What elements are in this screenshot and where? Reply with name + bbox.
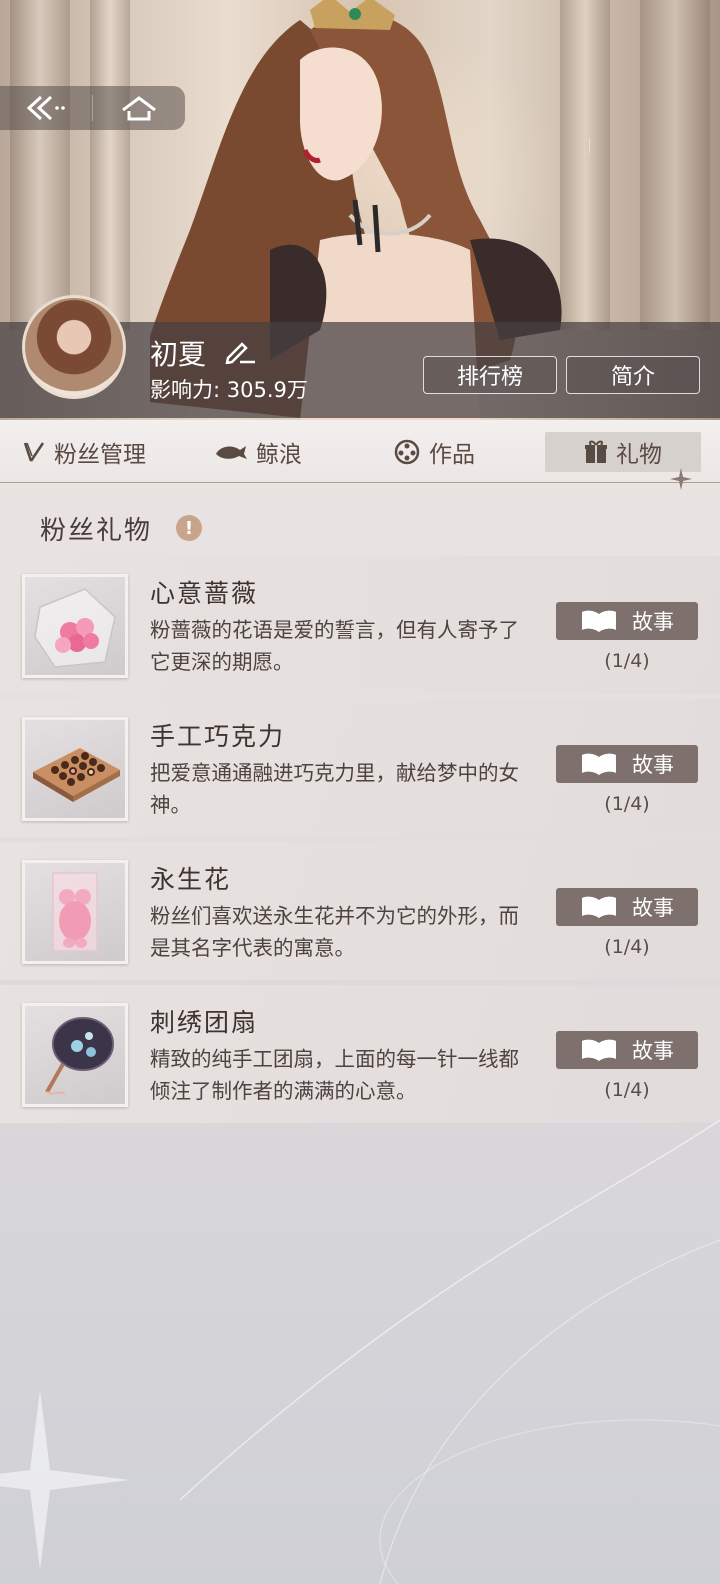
avatar[interactable] [22,295,126,399]
open-book-icon [580,1038,618,1062]
background-decoration [0,1120,720,1584]
rose-box-icon [22,574,128,678]
open-book-icon [580,752,618,776]
gift-description: 精致的纯手工团扇，上面的每一针一线都倾注了制作者的满满的心意。 [150,1047,519,1103]
ranking-button[interactable]: 排行榜 [423,356,557,394]
story-button[interactable]: 故事 [556,602,698,640]
eternal-flower-icon [22,860,128,964]
fan-management-icon [22,440,46,464]
influence-label: 影响力: [150,378,221,402]
story-progress: (1/4) [604,936,650,958]
chocolate-box-icon [22,717,128,821]
embroidered-fan-icon [22,1003,128,1107]
back-arrow-icon [26,95,65,121]
background-pillar [90,0,130,330]
sparkle-icon [670,468,692,490]
gift-description: 粉丝们喜欢送永生花并不为它的外形，而是其名字代表的寓意。 [150,904,519,960]
story-button[interactable]: 故事 [556,745,698,783]
info-icon[interactable]: ! [176,515,202,541]
tab-label: 粉丝管理 [54,442,146,468]
story-progress: (1/4) [604,793,650,815]
story-progress: (1/4) [604,1079,650,1101]
gift-icon [584,439,608,465]
gift-list: 心意蔷薇 粉蔷薇的花语是爱的誓言，但有人寄予了它更深的期愿。 故事 (1/4) [0,556,720,1128]
story-button[interactable]: 故事 [556,888,698,926]
back-button[interactable] [0,86,92,130]
tab-label: 鲸浪 [256,442,302,468]
tab-gifts[interactable]: 礼物 [545,432,701,472]
gift-name: 永生花 [150,865,232,894]
story-label: 故事 [632,610,674,634]
tab-label: 作品 [429,442,475,468]
influence-stat: 影响力: 305.9万 [150,374,308,404]
story-label: 故事 [632,896,674,920]
tab-whale-wave[interactable]: 鲸浪 [214,432,302,472]
gift-name: 心意蔷薇 [150,579,259,608]
gift-description: 把爱意通通融进巧克力里，献给梦中的女神。 [150,761,519,817]
home-icon [122,96,156,121]
section-title: 粉丝礼物 [40,516,153,546]
gift-item-embroidered-fan: 刺绣团扇 精致的纯手工团扇，上面的每一针一线都倾注了制作者的满满的心意。 故事 … [0,985,720,1123]
tab-fan-management[interactable]: 粉丝管理 [22,432,146,472]
whale-icon [214,442,248,462]
tab-label: 礼物 [616,442,662,468]
tab-bar: 粉丝管理 鲸浪 作品 礼物 [0,420,720,483]
film-reel-icon [393,438,421,466]
profile-name: 初夏 [150,338,207,371]
background-pillar [640,0,710,330]
gift-item-eternal-flower: 永生花 粉丝们喜欢送永生花并不为它的外形，而是其名字代表的寓意。 故事 (1/4… [0,842,720,980]
edit-pencil-icon[interactable] [222,338,256,364]
home-button[interactable] [93,86,185,130]
open-book-icon [580,609,618,633]
story-button[interactable]: 故事 [556,1031,698,1069]
story-label: 故事 [632,1039,674,1063]
tab-works[interactable]: 作品 [393,432,475,472]
gift-name: 刺绣团扇 [150,1008,259,1037]
story-progress: (1/4) [604,650,650,672]
intro-button[interactable]: 简介 [566,356,700,394]
gift-item-rose: 心意蔷薇 粉蔷薇的花语是爱的誓言，但有人寄予了它更深的期愿。 故事 (1/4) [0,556,720,694]
top-nav-pill [0,86,185,130]
influence-value: 305.9万 [226,378,308,402]
story-label: 故事 [632,753,674,777]
gift-name: 手工巧克力 [150,722,286,751]
gift-item-chocolate: 手工巧克力 把爱意通通融进巧克力里，献给梦中的女神。 故事 (1/4) [0,699,720,837]
open-book-icon [580,895,618,919]
background-pillar [10,0,70,330]
gift-description: 粉蔷薇的花语是爱的誓言，但有人寄予了它更深的期愿。 [150,618,519,674]
